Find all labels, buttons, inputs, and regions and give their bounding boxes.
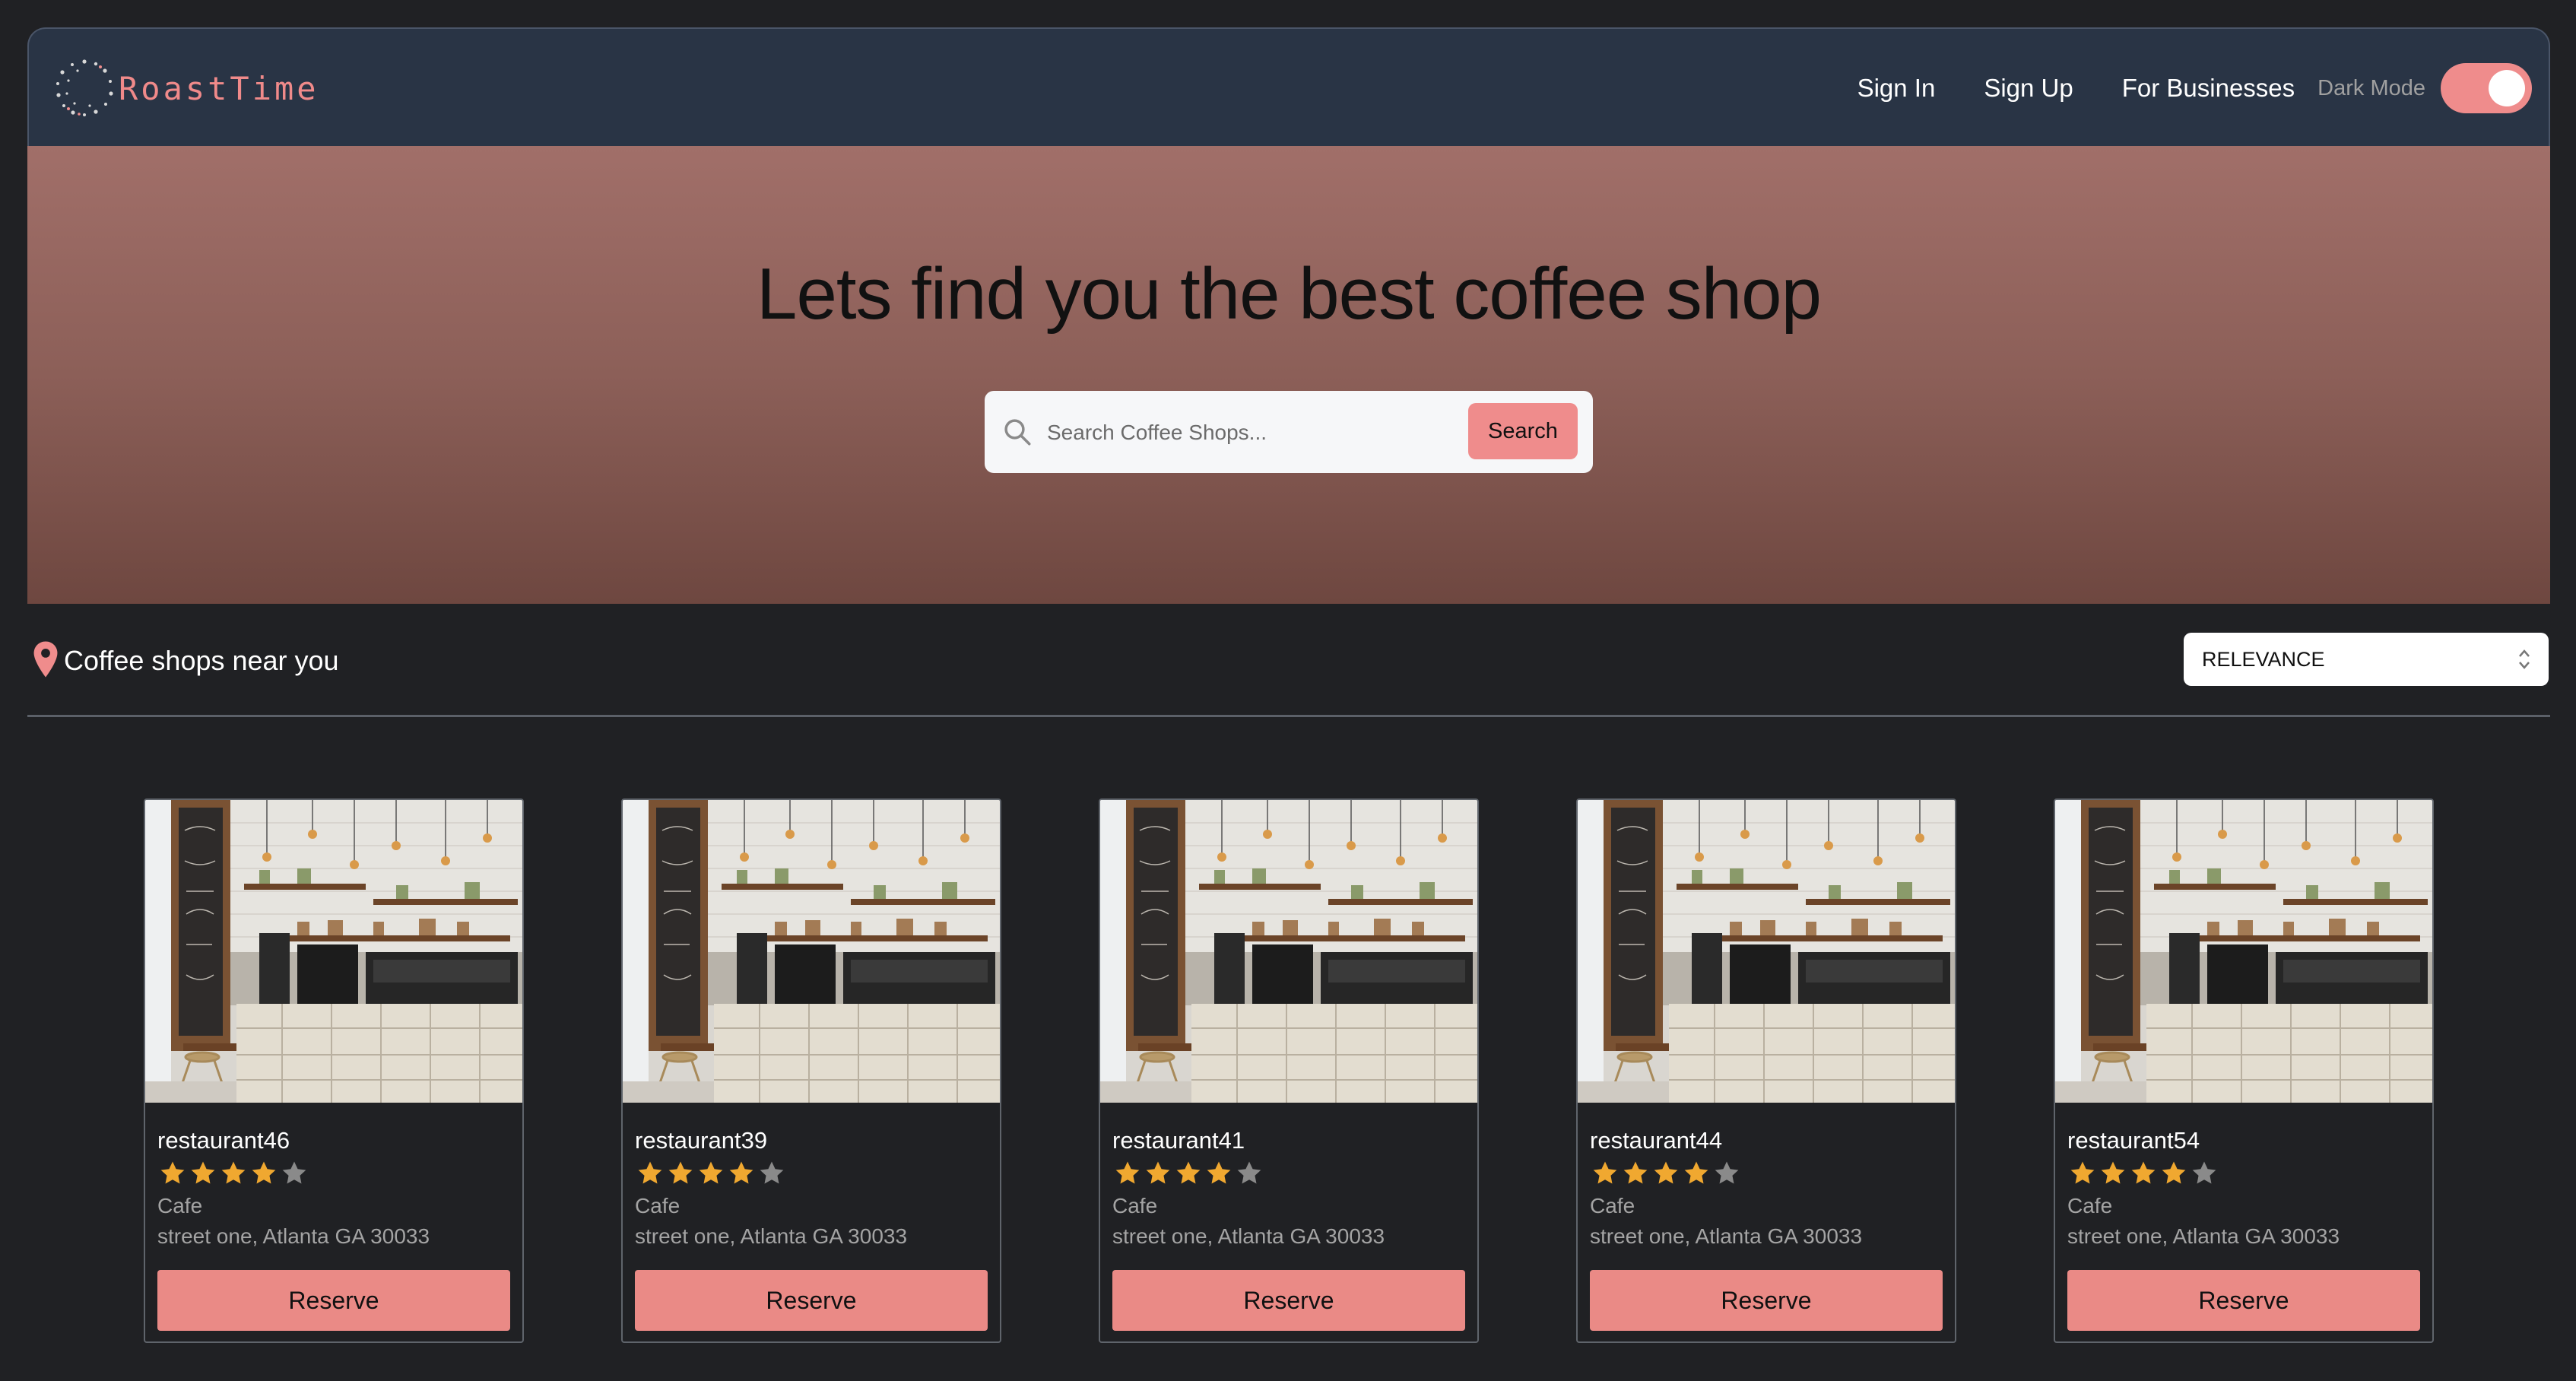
logo-icon	[56, 59, 113, 116]
shop-type: Cafe	[1590, 1194, 1635, 1218]
shop-name[interactable]: restaurant54	[2067, 1127, 2200, 1154]
hero-title: Lets find you the best coffee shop	[757, 253, 1822, 335]
updown-chevron-icon	[2519, 649, 2530, 669]
shop-address: street one, Atlanta GA 30033	[1590, 1224, 1863, 1248]
cafe-photo[interactable]	[1100, 800, 1477, 1103]
cafe-photo[interactable]	[145, 800, 522, 1103]
rating-stars	[1112, 1159, 1264, 1188]
star-filled-icon	[1112, 1159, 1143, 1188]
cafe-photo[interactable]	[623, 800, 1000, 1103]
logo-text: RoastTime	[119, 69, 319, 107]
sign-in-link[interactable]: Sign In	[1857, 74, 1936, 103]
star-filled-icon	[157, 1159, 188, 1188]
search-bar: Search	[985, 391, 1593, 473]
star-filled-icon	[1143, 1159, 1173, 1188]
reserve-button[interactable]: Reserve	[1590, 1270, 1943, 1331]
star-filled-icon	[2098, 1159, 2128, 1188]
rating-stars	[1590, 1159, 1742, 1188]
reserve-button[interactable]: Reserve	[635, 1270, 988, 1331]
star-filled-icon	[188, 1159, 218, 1188]
shop-name[interactable]: restaurant41	[1112, 1127, 1245, 1154]
shop-card: restaurant44 Cafe street one, Atlanta GA…	[1576, 798, 1956, 1343]
shop-type: Cafe	[2067, 1194, 2113, 1218]
section-title: Coffee shops near you	[64, 645, 339, 676]
rating-stars	[2067, 1159, 2219, 1188]
shop-name[interactable]: restaurant44	[1590, 1127, 1722, 1154]
star-filled-icon	[696, 1159, 726, 1188]
star-empty-icon	[2189, 1159, 2219, 1188]
shop-address: street one, Atlanta GA 30033	[635, 1224, 908, 1248]
shop-address: street one, Atlanta GA 30033	[1112, 1224, 1385, 1248]
star-empty-icon	[1234, 1159, 1264, 1188]
shop-card: restaurant41 Cafe street one, Atlanta GA…	[1099, 798, 1479, 1343]
reserve-button[interactable]: Reserve	[2067, 1270, 2420, 1331]
star-filled-icon	[218, 1159, 249, 1188]
rating-stars	[635, 1159, 787, 1188]
star-empty-icon	[279, 1159, 309, 1188]
star-filled-icon	[249, 1159, 279, 1188]
shop-address: street one, Atlanta GA 30033	[157, 1224, 430, 1248]
reserve-button[interactable]: Reserve	[1112, 1270, 1465, 1331]
star-filled-icon	[2128, 1159, 2159, 1188]
star-filled-icon	[1173, 1159, 1204, 1188]
star-filled-icon	[1620, 1159, 1651, 1188]
sort-selected-value: RELEVANCE	[2202, 647, 2325, 671]
section-divider	[27, 715, 2550, 717]
dark-mode-toggle[interactable]	[2441, 63, 2532, 113]
star-filled-icon	[726, 1159, 757, 1188]
reserve-button[interactable]: Reserve	[157, 1270, 510, 1331]
search-button[interactable]: Search	[1468, 403, 1578, 459]
listing-header: Coffee shops near you RELEVANCE	[27, 631, 2550, 692]
star-filled-icon	[635, 1159, 665, 1188]
shop-type: Cafe	[1112, 1194, 1158, 1218]
shop-name[interactable]: restaurant46	[157, 1127, 290, 1154]
star-filled-icon	[1204, 1159, 1234, 1188]
shop-type: Cafe	[157, 1194, 203, 1218]
top-navbar: RoastTime Sign In Sign Up For Businesses…	[27, 27, 2550, 146]
shop-card: restaurant39 Cafe street one, Atlanta GA…	[621, 798, 1001, 1343]
star-filled-icon	[665, 1159, 696, 1188]
search-input[interactable]	[1045, 409, 1444, 456]
star-filled-icon	[2159, 1159, 2189, 1188]
star-filled-icon	[1590, 1159, 1620, 1188]
nav-menu: Sign In Sign Up For Businesses Dark Mode	[1857, 29, 2532, 148]
logo[interactable]: RoastTime	[52, 49, 319, 128]
sort-dropdown[interactable]: RELEVANCE	[2184, 633, 2549, 686]
star-empty-icon	[1712, 1159, 1742, 1188]
toggle-knob	[2489, 70, 2525, 106]
star-empty-icon	[757, 1159, 787, 1188]
rating-stars	[157, 1159, 309, 1188]
app-root: RoastTime Sign In Sign Up For Businesses…	[0, 0, 2576, 1381]
star-filled-icon	[1651, 1159, 1681, 1188]
shop-card: restaurant46 Cafe street one, Atlanta GA…	[144, 798, 524, 1343]
star-filled-icon	[1681, 1159, 1712, 1188]
dark-mode-label: Dark Mode	[2317, 75, 2425, 100]
star-filled-icon	[2067, 1159, 2098, 1188]
for-businesses-link[interactable]: For Businesses	[2122, 74, 2295, 103]
shop-address: street one, Atlanta GA 30033	[2067, 1224, 2340, 1248]
shop-card: restaurant54 Cafe street one, Atlanta GA…	[2054, 798, 2434, 1343]
cafe-photo[interactable]	[1578, 800, 1955, 1103]
shop-type: Cafe	[635, 1194, 680, 1218]
magnifier-icon	[1004, 419, 1031, 446]
cafe-photo[interactable]	[2055, 800, 2432, 1103]
shop-name[interactable]: restaurant39	[635, 1127, 767, 1154]
map-pin-icon	[33, 641, 58, 678]
hero-banner: Lets find you the best coffee shop Searc…	[27, 146, 2550, 604]
sign-up-link[interactable]: Sign Up	[1984, 74, 2073, 103]
